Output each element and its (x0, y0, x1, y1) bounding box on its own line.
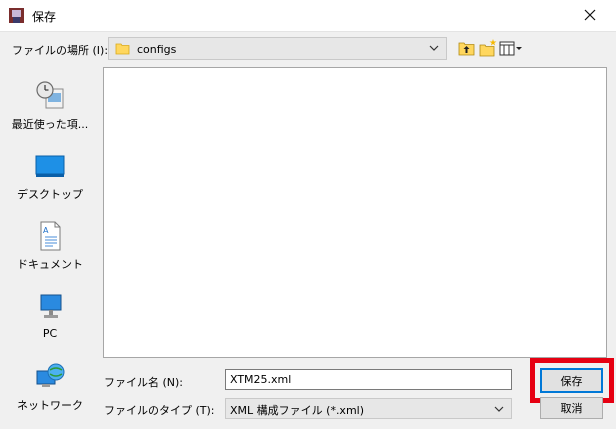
place-pc[interactable]: PC (4, 291, 96, 340)
place-recent-label: 最近使った項... (11, 118, 89, 131)
view-menu-icon[interactable] (499, 38, 523, 58)
file-type-combo[interactable]: XML 構成ファイル (*.xml) (225, 398, 512, 419)
place-desktop[interactable]: デスクトップ (4, 150, 96, 202)
save-dialog: ファイルの場所 (I): configs 最近使った項... デスクトップ A … (0, 31, 616, 429)
save-button[interactable]: 保存 (540, 368, 603, 393)
desktop-icon (35, 155, 65, 177)
recent-items-icon (36, 81, 64, 109)
look-in-value: configs (137, 43, 177, 56)
place-recent[interactable]: 最近使った項... (4, 80, 96, 132)
title-bar: 保存 (0, 0, 616, 31)
new-folder-icon[interactable] (479, 38, 497, 58)
computer-icon (40, 294, 62, 318)
file-name-label: ファイル名 (N): (104, 376, 184, 389)
app-icon (9, 8, 24, 23)
close-icon (584, 9, 596, 21)
window-title: 保存 (32, 10, 57, 24)
network-icon (36, 363, 65, 387)
place-pc-label: PC (42, 327, 58, 340)
look-in-combo[interactable]: configs (108, 37, 447, 60)
place-network[interactable]: ネットワーク (4, 361, 96, 413)
file-type-label: ファイルのタイプ (T): (104, 404, 215, 417)
file-list[interactable] (103, 67, 607, 358)
chevron-down-icon (494, 406, 504, 412)
up-folder-icon[interactable] (458, 38, 475, 58)
place-documents-label: ドキュメント (17, 258, 83, 271)
look-in-label: ファイルの場所 (I): (12, 44, 109, 57)
place-desktop-label: デスクトップ (17, 188, 83, 201)
close-button[interactable] (578, 4, 602, 26)
svg-text:A: A (43, 226, 49, 235)
chevron-down-icon (429, 45, 439, 51)
places-bar: 最近使った項... デスクトップ A ドキュメント PC ネットワーク (4, 70, 96, 429)
documents-icon: A (40, 221, 61, 251)
folder-icon (115, 43, 130, 55)
file-name-input[interactable] (225, 369, 512, 390)
cancel-button[interactable]: 取消 (540, 397, 603, 419)
place-documents[interactable]: A ドキュメント (4, 220, 96, 272)
file-type-value: XML 構成ファイル (*.xml) (230, 404, 365, 417)
place-network-label: ネットワーク (17, 399, 83, 412)
